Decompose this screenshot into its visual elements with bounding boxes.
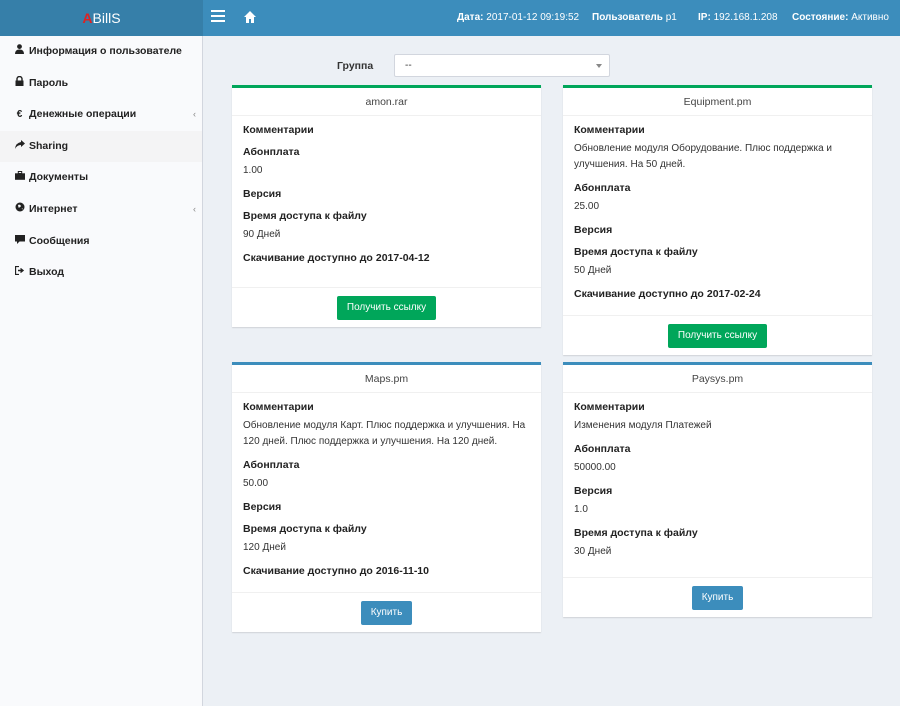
menu-toggle-icon[interactable]: [211, 10, 225, 24]
fee-label: Абонплата: [243, 146, 300, 158]
group-label: Группа: [337, 60, 374, 72]
sidebar: Информация о пользователе Пароль € Денежн…: [0, 36, 203, 706]
state-info: Состояние: Активно: [792, 0, 889, 36]
dropdown-caret-icon: [596, 64, 602, 68]
sidebar-item-logout[interactable]: Выход: [0, 257, 202, 289]
fee-value: 50000.00: [574, 462, 616, 473]
file-card-amon: amon.rar Комментарии Абонплата 1.00 Верси…: [232, 85, 541, 327]
state-label: Состояние:: [792, 12, 849, 23]
sidebar-item-finance[interactable]: € Денежные операции ‹: [0, 99, 202, 131]
fee-label: Абонплата: [243, 459, 300, 471]
download-until-value: 2016-11-10: [375, 565, 429, 577]
date-info: Дата: 2017-01-12 09:19:52: [457, 0, 579, 36]
access-time-value: 50 Дней: [574, 265, 612, 276]
date-value: 2017-01-12 09:19:52: [486, 12, 580, 23]
lock-icon: [13, 68, 26, 100]
comments-label: Комментарии: [574, 124, 645, 136]
logo[interactable]: ABillS: [0, 0, 203, 36]
logo-text: BillS: [92, 10, 121, 26]
comment-icon: [13, 226, 26, 258]
sidebar-item-label: Выход: [29, 266, 65, 279]
share-icon: [13, 131, 26, 163]
user-icon: [13, 36, 26, 68]
download-until-value: 2017-04-12: [375, 252, 430, 264]
sidebar-item-internet[interactable]: Интернет ‹: [0, 194, 202, 226]
get-link-button[interactable]: Получить ссылку: [336, 296, 437, 320]
comments-value: Изменения модуля Платежей: [574, 420, 712, 431]
top-header: ABillS Дата: 2017-01-12 09:19:52 Пользов…: [0, 0, 900, 36]
chevron-left-icon: ‹: [193, 109, 196, 120]
sidebar-item-label: Интернет: [29, 202, 78, 215]
state-value: Активно: [851, 12, 889, 23]
sidebar-item-label: Денежные операции: [29, 108, 137, 121]
card-title: Equipment.pm: [563, 88, 872, 116]
home-icon[interactable]: [243, 10, 257, 24]
sidebar-item-label: Сообщения: [29, 234, 90, 247]
version-value: 1.0: [574, 504, 588, 515]
card-title: Maps.pm: [232, 365, 541, 393]
sidebar-item-label: Документы: [29, 171, 89, 184]
briefcase-icon: [13, 162, 26, 194]
group-select-value: --: [405, 60, 412, 71]
file-card-equipment: Equipment.pm Комментарии Обновление модул…: [563, 85, 872, 355]
comments-label: Комментарии: [243, 401, 314, 413]
globe-icon: [13, 194, 26, 226]
ip-label: IP:: [698, 12, 711, 23]
access-time-label: Время доступа к файлу: [574, 527, 698, 539]
sidebar-item-label: Информация о пользователе: [29, 45, 182, 57]
sidebar-item-user-info[interactable]: Информация о пользователе: [0, 36, 202, 68]
access-time-label: Время доступа к файлу: [574, 246, 698, 258]
buy-button[interactable]: Купить: [691, 586, 744, 610]
version-label: Версия: [243, 501, 282, 513]
download-until-value: 2017-02-24: [706, 288, 761, 300]
access-time-value: 120 Дней: [243, 542, 286, 553]
comments-label: Комментарии: [574, 401, 645, 413]
file-card-maps: Maps.pm Комментарии Обновление модуля Кар…: [232, 362, 541, 632]
access-time-label: Время доступа к файлу: [243, 523, 367, 535]
sidebar-item-label: Пароль: [29, 76, 69, 89]
fee-label: Абонплата: [574, 182, 631, 194]
sidebar-item-sharing[interactable]: Sharing: [0, 130, 202, 163]
comments-value: Обновление модуля Карт. Плюс поддержка и…: [243, 420, 526, 447]
ip-value: 192.168.1.208: [713, 12, 778, 23]
fee-value: 1.00: [243, 165, 263, 176]
buy-button[interactable]: Купить: [360, 601, 413, 625]
download-until-label: Скачивание доступно до: [243, 565, 373, 577]
access-time-label: Время доступа к файлу: [243, 210, 367, 222]
group-select[interactable]: --: [394, 54, 610, 77]
logo-accent-letter: A: [82, 10, 93, 26]
get-link-button[interactable]: Получить ссылку: [667, 324, 768, 348]
user-label: Пользователь: [592, 12, 663, 23]
download-until-label: Скачивание доступно до: [243, 252, 373, 264]
comments-value: Обновление модуля Оборудование. Плюс под…: [574, 143, 833, 170]
card-title: Paysys.pm: [563, 365, 872, 393]
euro-icon: €: [16, 109, 23, 121]
user-value: p1: [665, 12, 677, 23]
chevron-left-icon: ‹: [193, 203, 196, 214]
ip-info: IP: 192.168.1.208: [698, 0, 778, 36]
fee-label: Абонплата: [574, 443, 631, 455]
file-card-paysys: Paysys.pm Комментарии Изменения модуля Пл…: [563, 362, 872, 617]
sidebar-item-label: Sharing: [29, 139, 69, 152]
sidebar-item-documents[interactable]: Документы: [0, 162, 202, 194]
download-until-label: Скачивание доступно до: [574, 288, 704, 300]
sidebar-item-messages[interactable]: Сообщения: [0, 226, 202, 258]
user-info: Пользователь p1: [592, 0, 677, 36]
access-time-value: 30 Дней: [574, 546, 612, 557]
fee-value: 25.00: [574, 201, 600, 212]
card-title: amon.rar: [232, 88, 541, 116]
version-label: Версия: [574, 485, 613, 497]
version-label: Версия: [243, 188, 282, 200]
fee-value: 50.00: [243, 478, 269, 489]
sidebar-item-password[interactable]: Пароль: [0, 68, 202, 100]
date-label: Дата:: [457, 12, 484, 23]
sign-out-icon: [13, 257, 26, 289]
access-time-value: 90 Дней: [243, 229, 281, 240]
comments-label: Комментарии: [243, 124, 314, 136]
version-label: Версия: [574, 224, 613, 236]
